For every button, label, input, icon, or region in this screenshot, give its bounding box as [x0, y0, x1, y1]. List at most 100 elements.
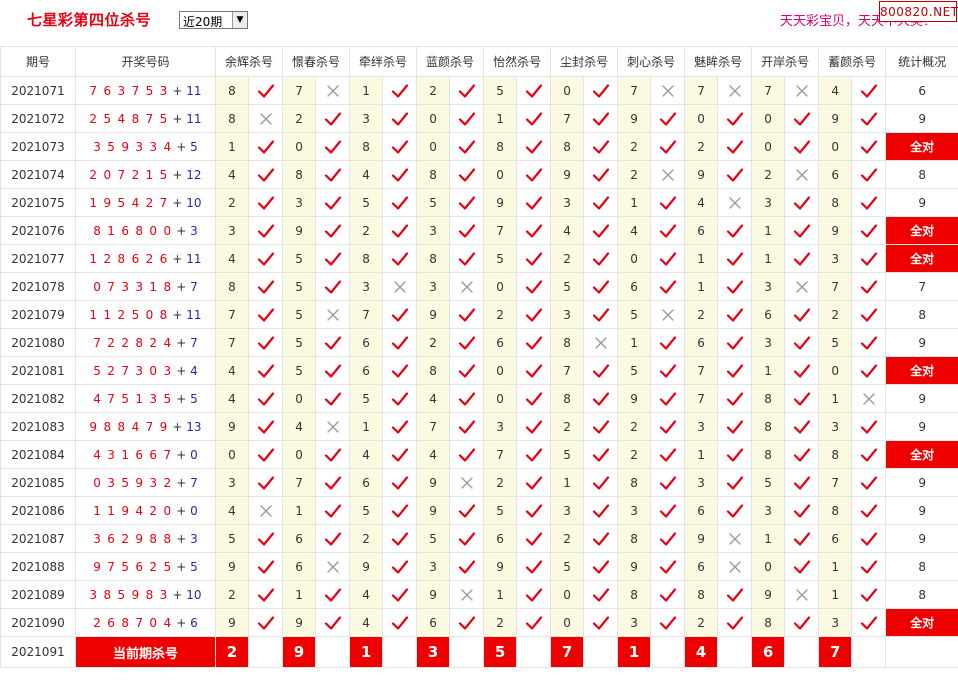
check-icon [784, 496, 820, 525]
check-icon [449, 244, 485, 273]
plus-sign: + [168, 307, 187, 322]
kill-number: 4 [349, 160, 384, 189]
issue-cell: 2021086 [0, 496, 76, 525]
check-icon [583, 300, 619, 329]
header-expert[interactable]: 怡然杀号 [483, 46, 552, 77]
kill-number: 3 [416, 552, 451, 581]
kill-number-table: 期号 开奖号码 余辉杀号 憬春杀号 牵绊杀号 蓝颜杀号 怡然杀号 尘封杀号 刺心… [0, 46, 958, 668]
check-icon [851, 608, 887, 637]
check-icon [382, 104, 418, 133]
check-icon [315, 216, 351, 245]
kill-number: 9 [617, 104, 652, 133]
check-icon [516, 216, 552, 245]
kill-number: 9 [215, 608, 249, 637]
check-icon [382, 160, 418, 189]
kill-number: 2 [617, 412, 652, 441]
header-expert[interactable]: 刺心杀号 [617, 46, 686, 77]
current-kill-number: 4 [684, 636, 719, 668]
kill-number: 3 [483, 412, 518, 441]
check-icon [247, 468, 284, 497]
draw-extra: 3 [190, 223, 198, 238]
stat-cell: 全对 [885, 608, 958, 637]
draw-number-cell: 1 2 8 6 2 6 + 11 [75, 244, 216, 273]
plus-sign: + [172, 447, 191, 462]
kill-number: 8 [215, 272, 249, 301]
table-row: 2021089 3 8 5 9 8 3 + 10 2 1 4 9 1 0 8 8 9 1 8 [0, 580, 958, 609]
header-expert[interactable]: 开岸杀号 [751, 46, 820, 77]
check-icon [650, 356, 686, 385]
header-expert[interactable]: 憬春杀号 [282, 46, 351, 77]
kill-number: 2 [617, 440, 652, 469]
blank-cell [784, 636, 820, 668]
check-icon [382, 440, 418, 469]
header-expert[interactable]: 牵绊杀号 [349, 46, 418, 77]
kill-number: 8 [416, 160, 451, 189]
kill-number: 7 [349, 300, 384, 329]
check-icon [315, 160, 351, 189]
check-icon [583, 552, 619, 581]
kill-number: 2 [550, 412, 585, 441]
check-icon [449, 132, 485, 161]
header-expert[interactable]: 尘封杀号 [550, 46, 619, 77]
draw-digits: 2 6 8 7 0 4 [93, 615, 173, 630]
kill-number: 1 [483, 580, 518, 609]
kill-number: 8 [818, 440, 853, 469]
check-icon [851, 440, 887, 469]
draw-number-cell: 2 5 4 8 7 5 + 11 [75, 104, 216, 133]
cross-icon [650, 76, 686, 105]
draw-number-cell: 9 8 8 4 7 9 + 13 [75, 412, 216, 441]
draw-digits: 3 8 5 9 8 3 [89, 587, 169, 602]
draw-digits: 1 2 8 6 2 6 [89, 251, 169, 266]
table-row: 2021071 7 6 3 7 5 3 + 11 8 7 1 2 5 0 7 7 7 4 6 [0, 76, 958, 105]
cross-icon [717, 188, 753, 217]
check-icon [717, 160, 753, 189]
draw-extra: 7 [190, 279, 198, 294]
kill-number: 3 [684, 412, 719, 441]
plus-sign: + [168, 195, 187, 210]
check-icon [315, 468, 351, 497]
kill-number: 3 [684, 468, 719, 497]
check-icon [717, 244, 753, 273]
check-icon [449, 440, 485, 469]
table-row: 2021073 3 5 9 3 3 4 + 5 1 0 8 0 8 8 2 2 0 0 全对 [0, 132, 958, 161]
blank-cell [315, 636, 351, 668]
check-icon [650, 104, 686, 133]
kill-number: 3 [617, 608, 652, 637]
stat-cell: 9 [885, 328, 958, 357]
check-icon [315, 440, 351, 469]
stat-cell: 7 [885, 272, 958, 301]
header-expert[interactable]: 蓄颜杀号 [818, 46, 887, 77]
check-icon [717, 468, 753, 497]
table-row: 2021086 1 1 9 4 2 0 + 041595336389 [0, 496, 958, 525]
kill-number: 5 [215, 524, 249, 553]
check-icon [851, 300, 887, 329]
kill-number: 5 [550, 440, 585, 469]
draw-extra: 7 [190, 475, 198, 490]
check-icon [516, 552, 552, 581]
kill-number: 7 [282, 468, 317, 497]
header-expert[interactable]: 蓝颜杀号 [416, 46, 485, 77]
check-icon [583, 384, 619, 413]
kill-number: 9 [617, 552, 652, 581]
kill-number: 9 [416, 496, 451, 525]
watermark-logo: 800820.NET [879, 1, 958, 22]
draw-number-cell: 2 6 8 7 0 4 + 6 [75, 608, 216, 637]
check-icon [247, 524, 284, 553]
check-icon [516, 300, 552, 329]
kill-number: 6 [751, 300, 786, 329]
period-select[interactable]: 近20期 ▼ [179, 11, 248, 29]
draw-extra: 11 [186, 83, 202, 98]
header-expert[interactable]: 余辉杀号 [214, 46, 284, 77]
chevron-down-icon[interactable]: ▼ [232, 12, 247, 28]
check-icon [382, 496, 418, 525]
kill-number: 5 [282, 244, 317, 273]
kill-number: 9 [483, 552, 518, 581]
stat-cell: 9 [885, 188, 958, 217]
draw-extra: 0 [190, 447, 198, 462]
header-expert[interactable]: 魅眸杀号 [684, 46, 753, 77]
check-icon [449, 188, 485, 217]
kill-number: 4 [349, 580, 384, 609]
check-icon [382, 328, 418, 357]
kill-number: 0 [483, 272, 518, 301]
check-icon [717, 328, 753, 357]
